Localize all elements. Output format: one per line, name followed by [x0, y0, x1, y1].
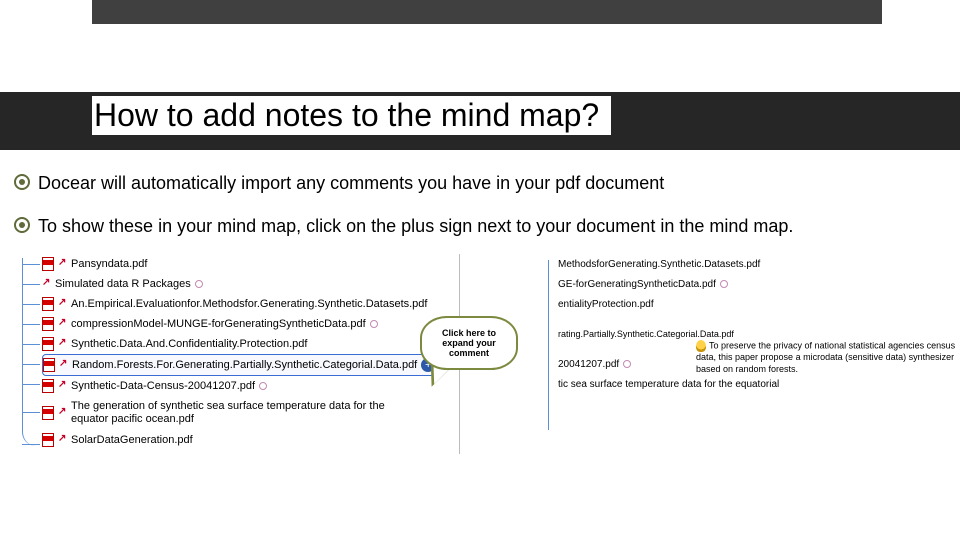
tree-branch-line	[22, 444, 40, 445]
node-label: An.Empirical.Evaluationfor.Methodsfor.Ge…	[71, 298, 427, 310]
mindmap-node[interactable]: Pansyndata.pdf	[42, 254, 442, 274]
tree-branch-line	[22, 384, 40, 385]
pdf-icon	[42, 433, 54, 447]
mindmap-node[interactable]: tic sea surface temperature data for the…	[558, 374, 779, 394]
expand-dot-icon[interactable]	[370, 320, 378, 328]
mindmap-node[interactable]: SolarDataGeneration.pdf	[42, 430, 442, 450]
tree-branch-line	[22, 264, 40, 265]
expand-dot-icon[interactable]	[623, 360, 631, 368]
pdf-icon	[42, 379, 54, 393]
mindmap-node[interactable]: Synthetic-Data-Census-20041207.pdf	[42, 376, 442, 396]
external-link-icon	[58, 339, 68, 349]
external-link-icon	[58, 408, 68, 418]
node-label: tic sea surface temperature data for the…	[558, 379, 779, 390]
tree-branch-line	[22, 344, 40, 345]
tree-branch-line	[22, 304, 40, 305]
node-label: MethodsforGenerating.Synthetic.Datasets.…	[558, 259, 760, 270]
tree-branch-line	[22, 324, 40, 325]
bullet-item: Docear will automatically import any com…	[14, 172, 944, 195]
mindmap-node[interactable]: MethodsforGenerating.Synthetic.Datasets.…	[558, 254, 779, 274]
pdf-icon	[43, 358, 55, 372]
external-link-icon	[58, 381, 68, 391]
bullet-marker-icon	[14, 174, 30, 190]
node-label: The generation of synthetic sea surface …	[71, 400, 422, 426]
mindmap-node[interactable]: The generation of synthetic sea surface …	[42, 396, 422, 430]
pdf-icon	[42, 317, 54, 331]
external-link-icon	[58, 299, 68, 309]
mindmap-node-selected[interactable]: Random.Forests.For.Generating.Partially.…	[42, 354, 442, 376]
mindmap-node[interactable]: Synthetic.Data.And.Confidentiality.Prote…	[42, 334, 442, 354]
bullet-text: Docear will automatically import any com…	[38, 172, 944, 195]
mindmap-node[interactable]: entialityProtection.pdf	[558, 294, 779, 314]
pdf-icon	[42, 257, 54, 271]
annotation-text: To preserve the privacy of national stat…	[696, 340, 955, 373]
bullet-item: To show these in your mind map, click on…	[14, 215, 944, 238]
node-label: rating.Partially.Synthetic.Categorial.Da…	[558, 329, 734, 339]
bullet-text: To show these in your mind map, click on…	[38, 215, 944, 238]
mindmap-node[interactable]: GE-forGeneratingSyntheticData.pdf	[558, 274, 779, 294]
node-label: GE-forGeneratingSyntheticData.pdf	[558, 279, 716, 290]
external-link-icon	[58, 435, 68, 445]
page-title: How to add notes to the mind map?	[92, 96, 611, 135]
external-link-icon	[58, 319, 68, 329]
tree-branch-line	[22, 412, 40, 413]
annotation-note: To preserve the privacy of national stat…	[696, 340, 956, 375]
slide: How to add notes to the mind map? Docear…	[0, 0, 960, 540]
pdf-icon	[42, 406, 54, 420]
external-link-icon	[59, 360, 69, 370]
node-list: Pansyndata.pdf Simulated data R Packages…	[42, 254, 442, 450]
node-label: 20041207.pdf	[558, 359, 619, 370]
node-label: Simulated data R Packages	[55, 278, 191, 290]
external-link-icon	[42, 279, 52, 289]
callout-bubble: Click here to expand your comment	[420, 316, 518, 370]
mindmap-left-pane: ition Pansyndata.pdf Simulated data R Pa…	[0, 254, 460, 454]
decorative-top-bar	[92, 0, 882, 24]
mindmap-node[interactable]: An.Empirical.Evaluationfor.Methodsfor.Ge…	[42, 294, 442, 314]
bullet-marker-icon	[14, 217, 30, 233]
node-label: Synthetic-Data-Census-20041207.pdf	[71, 380, 255, 392]
mindmap-node[interactable]: compressionModel-MUNGE-forGeneratingSynt…	[42, 314, 442, 334]
tree-branch-line	[22, 364, 40, 365]
expand-dot-icon[interactable]	[720, 280, 728, 288]
node-label: Synthetic.Data.And.Confidentiality.Prote…	[71, 338, 307, 350]
pdf-icon	[42, 337, 54, 351]
node-label: Pansyndata.pdf	[71, 258, 147, 270]
mindmap-node[interactable]: Simulated data R Packages	[42, 274, 442, 294]
lightbulb-icon	[696, 340, 706, 352]
pdf-icon	[42, 297, 54, 311]
bullet-list: Docear will automatically import any com…	[14, 172, 944, 257]
node-label: entialityProtection.pdf	[558, 299, 654, 310]
callout-text: Click here to expand your comment	[428, 328, 510, 358]
expand-dot-icon[interactable]	[259, 382, 267, 390]
expand-dot-icon[interactable]	[195, 280, 203, 288]
node-label: SolarDataGeneration.pdf	[71, 434, 193, 446]
mindmap-right-pane: MethodsforGenerating.Synthetic.Datasets.…	[548, 254, 960, 454]
external-link-icon	[58, 259, 68, 269]
node-label: Random.Forests.For.Generating.Partially.…	[72, 359, 417, 371]
tree-spine-line	[22, 258, 41, 446]
node-label: compressionModel-MUNGE-forGeneratingSynt…	[71, 318, 366, 330]
tree-branch-line	[22, 284, 40, 285]
